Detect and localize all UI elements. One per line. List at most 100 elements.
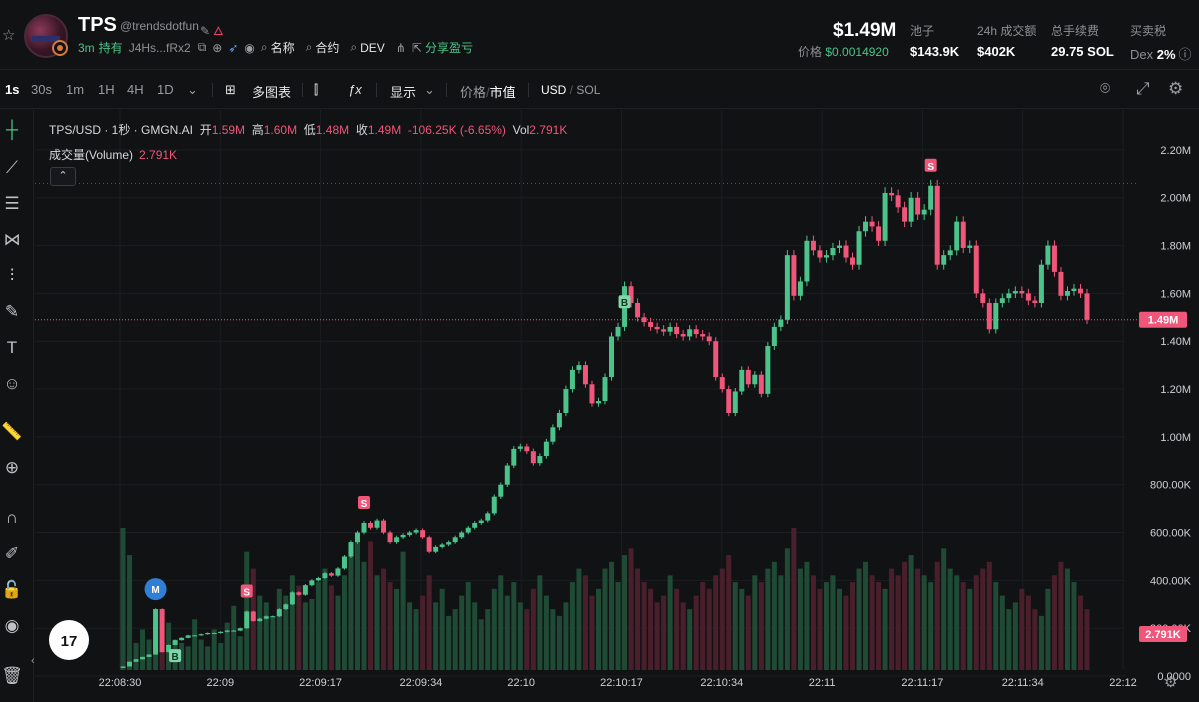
axis-settings-icon[interactable]: ⚙ — [1164, 673, 1177, 691]
candle-body — [569, 369, 575, 390]
volume-bar — [687, 609, 693, 670]
search-contract-icon[interactable]: ⌕ — [306, 40, 313, 55]
volume-bar — [674, 588, 680, 670]
text-tool-icon[interactable]: T — [0, 338, 24, 358]
pattern-icon[interactable]: ⋈ — [0, 230, 24, 250]
visibility-icon[interactable]: ◉ — [0, 616, 24, 636]
interval-30s[interactable]: 30s — [31, 82, 52, 97]
candle-body — [1084, 293, 1090, 320]
candle-body — [153, 609, 159, 655]
volume-bar — [941, 548, 947, 670]
fib-icon[interactable]: ⫶ — [0, 266, 24, 286]
candle-body — [335, 568, 341, 576]
ruler-icon[interactable]: 📏 — [0, 422, 24, 442]
volume-bar — [654, 602, 660, 670]
globe-icon[interactable]: ⊕ — [212, 41, 222, 55]
fullscreen-icon[interactable]: ⤢ — [1136, 79, 1150, 99]
candle-body — [654, 326, 660, 330]
display-dropdown-icon[interactable]: ⌄ — [424, 82, 435, 98]
lock-icon[interactable]: 🔓 — [0, 580, 24, 600]
tax-info-icon[interactable]: ⓘ — [1179, 47, 1192, 62]
volume-bar — [622, 555, 628, 670]
candle-body — [361, 522, 367, 533]
candle-body — [954, 221, 960, 251]
candle-body — [257, 618, 263, 622]
candle-body — [713, 341, 719, 378]
volume-bar — [1045, 588, 1051, 670]
volume-bar — [433, 602, 439, 670]
holders-label[interactable]: 持有 — [99, 39, 123, 56]
legend-change: -106.25K (-6.65%) — [407, 123, 506, 137]
candle-body — [648, 322, 654, 327]
brush-icon[interactable]: ✎ — [0, 302, 24, 322]
delete-icon[interactable]: 🗑 — [0, 666, 24, 686]
volume-bar — [446, 615, 452, 670]
collapse-legend-button[interactable]: ⌃ — [50, 167, 76, 186]
candle-body — [602, 377, 608, 402]
crosshair-icon[interactable]: ┼ — [0, 120, 24, 140]
candle-body — [198, 634, 204, 636]
volume-bar — [315, 582, 321, 670]
lock-draw-icon[interactable]: ✐ — [0, 544, 24, 564]
settings-icon[interactable]: ⚙ — [1168, 79, 1183, 99]
candle-body — [843, 245, 849, 258]
multi-chart-icon[interactable]: ⊞ — [225, 82, 236, 98]
telegram-icon[interactable]: ➶ — [228, 41, 238, 55]
candle-style-icon[interactable]: ⫿ — [314, 82, 318, 98]
candle-body — [615, 326, 621, 337]
toggle-price[interactable]: 价格 — [460, 85, 486, 100]
volume-bar — [524, 609, 530, 670]
emoji-icon[interactable]: ☺ — [0, 374, 24, 394]
favorite-star-icon[interactable]: ☆ — [2, 26, 15, 44]
twitter-icon[interactable]: ◉ — [244, 41, 254, 55]
volume-bar — [595, 588, 601, 670]
volume-bar — [797, 568, 803, 670]
share-icon[interactable]: ⋔ — [396, 41, 406, 55]
zoom-icon[interactable]: ⊕ — [0, 458, 24, 478]
price-chart[interactable]: M B S S B S 17 2.20M 2.00M 1.80M 1.60M 1.40M 1.20M 1… — [35, 110, 1199, 702]
currency-usd[interactable]: USD — [541, 83, 566, 97]
volume-bar — [504, 595, 510, 670]
horizontal-lines-icon[interactable]: ☰ — [0, 194, 24, 214]
y-tick-label: 400.00K — [1150, 575, 1192, 587]
candle-body — [947, 250, 953, 256]
magnet-icon[interactable]: ∩ — [0, 508, 24, 528]
volume-study-value: 2.791K — [139, 148, 178, 162]
volume-bar — [856, 568, 862, 670]
currency-sol[interactable]: SOL — [576, 83, 600, 97]
candle-body — [895, 195, 901, 208]
candle-body — [719, 377, 725, 390]
candle-body — [543, 441, 549, 457]
toggle-mcap[interactable]: 市值 — [490, 85, 516, 100]
candle-body — [641, 317, 647, 323]
price-mcap-toggle[interactable]: 价格/市值 — [460, 82, 516, 101]
interval-4h[interactable]: 4H — [127, 82, 144, 97]
share-pnl-icon[interactable]: ⇱ — [412, 41, 422, 55]
share-pnl-link[interactable]: 分享盈亏 — [425, 39, 473, 56]
multi-chart-button[interactable]: 多图表 — [252, 82, 291, 101]
interval-1d[interactable]: 1D — [157, 82, 174, 97]
twitter-handle[interactable]: @trendsdotfun — [120, 19, 199, 33]
copy-icon[interactable]: ⧉ — [198, 40, 207, 55]
candle-body — [921, 209, 927, 215]
trendline-icon[interactable]: ⟋ — [0, 158, 24, 178]
currency-toggle[interactable]: USD / SOL — [541, 83, 600, 97]
candle-body — [609, 336, 615, 378]
camera-icon[interactable]: ⌾ — [1100, 79, 1110, 99]
search-dev-icon[interactable]: ⌕ — [350, 40, 357, 55]
display-button[interactable]: 显示 — [390, 82, 416, 101]
search-contract-link[interactable]: 合约 — [315, 39, 339, 56]
edit-icon[interactable]: ✎ — [200, 24, 213, 38]
contract-address[interactable]: J4Hs...fRx2 — [129, 41, 191, 55]
interval-1h[interactable]: 1H — [98, 82, 115, 97]
interval-dropdown-icon[interactable]: ⌄ — [187, 82, 198, 98]
search-name-link[interactable]: 名称 — [271, 39, 295, 56]
volume-bar — [589, 595, 595, 670]
search-name-icon[interactable]: ⌕ — [261, 40, 268, 55]
search-dev-link[interactable]: DEV — [360, 41, 385, 55]
interval-1s[interactable]: 1s — [5, 82, 19, 97]
interval-1m[interactable]: 1m — [66, 82, 84, 97]
candle-body — [1012, 291, 1018, 294]
volume-bar — [192, 619, 198, 670]
indicators-icon[interactable]: ƒx — [348, 82, 362, 97]
